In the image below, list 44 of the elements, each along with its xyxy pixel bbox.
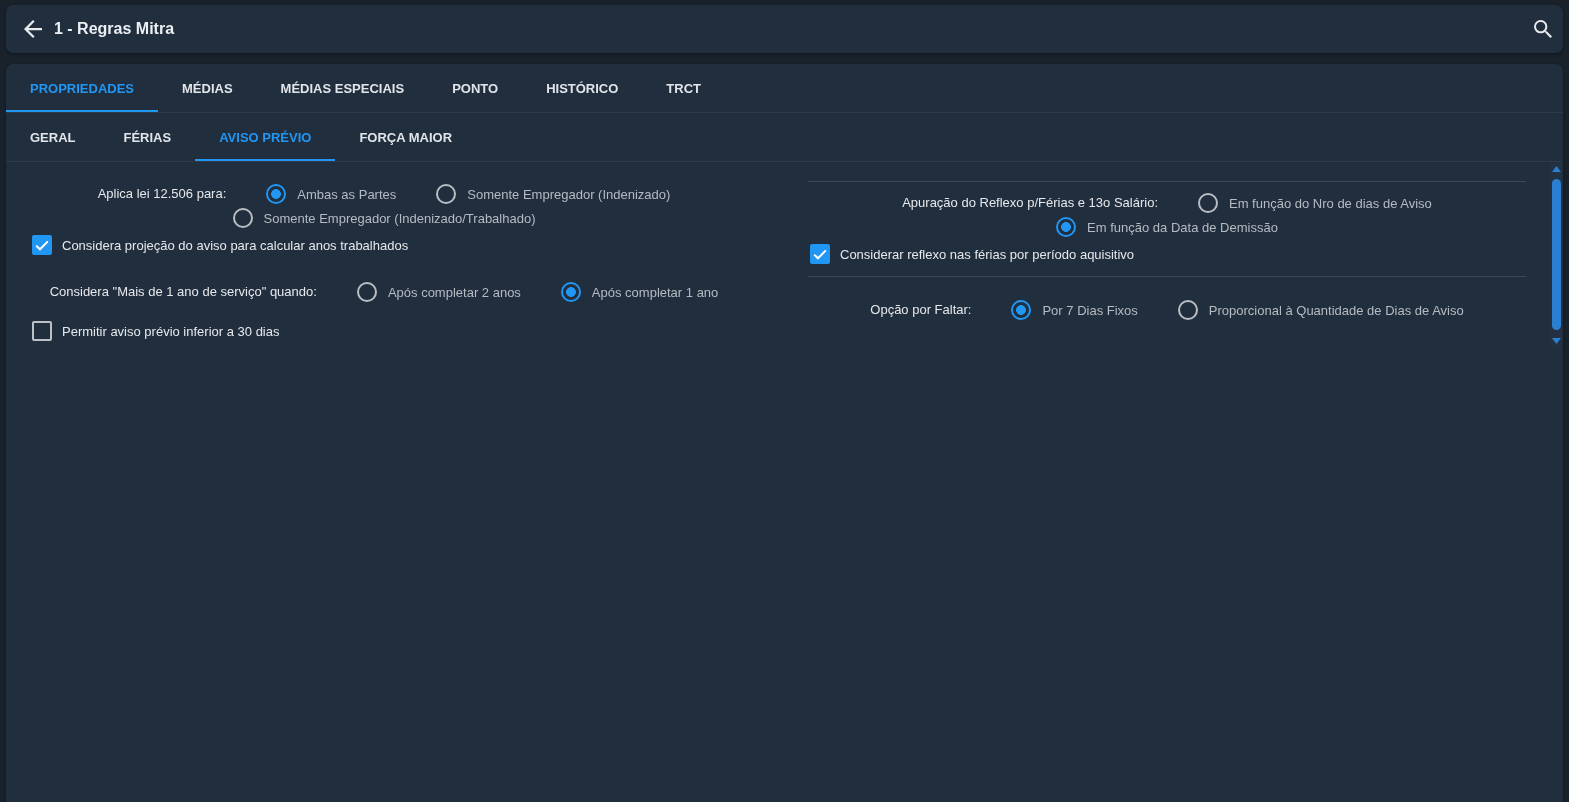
radio-button[interactable]	[1177, 300, 1198, 320]
tab[interactable]: MÉDIAS ESPECIAIS	[256, 64, 429, 112]
radio-button[interactable]	[1198, 193, 1218, 213]
field-label: Considera "Mais de 1 ano de serviço" quando:	[49, 283, 317, 301]
tab[interactable]: MÉDIAS	[158, 64, 257, 112]
checkbox-label[interactable]: Considerar reflexo nas férias por período aquisitivo	[840, 246, 1135, 262]
tab[interactable]: GERAL	[6, 113, 100, 161]
radio-button[interactable]	[356, 282, 377, 302]
checkbox[interactable]	[810, 244, 830, 264]
checkbox-label[interactable]: Permitir aviso prévio inferior a 30 dias	[62, 323, 280, 339]
tab[interactable]: FÉRIAS	[99, 113, 196, 161]
checkbox[interactable]	[32, 235, 52, 255]
tab[interactable]: TRCT	[642, 64, 726, 112]
radio-label[interactable]: Por 7 Dias Fixos	[1042, 302, 1138, 318]
tab[interactable]: PONTO	[428, 64, 523, 112]
field-label: Aplica lei 12.506 para:	[97, 185, 227, 203]
radio-label[interactable]: Em função da Data de Demissão	[1087, 219, 1278, 235]
radio-button[interactable]	[436, 184, 457, 204]
radio-button[interactable]	[266, 184, 287, 204]
checkbox[interactable]	[32, 321, 52, 341]
field-label: Apuração do Reflexo p/Férias e 13o Salário:	[902, 194, 1158, 212]
scroll-down-arrow-icon[interactable]	[1551, 338, 1561, 344]
radio-label[interactable]: Após completar 1 ano	[591, 284, 719, 300]
radio-label[interactable]: Em função do Nro de dias de Aviso	[1229, 195, 1432, 211]
radio-label[interactable]: Ambas as Partes	[297, 186, 397, 202]
scroll-up-arrow-icon[interactable]	[1551, 166, 1561, 172]
radio-label[interactable]: Proporcional à Quantidade de Dias de Aviso	[1208, 302, 1464, 318]
page-title: 1 - Regras Mitra	[54, 20, 176, 38]
tab[interactable]: PROPRIEDADES	[6, 64, 159, 112]
tab[interactable]: AVISO PRÉVIO	[195, 113, 336, 161]
radio-label[interactable]: Somente Empregador (Indenizado)	[467, 186, 671, 202]
scrollbar-thumb[interactable]	[1551, 179, 1561, 330]
checkbox-label[interactable]: Considera projeção do aviso para calcular anos trabalhados	[62, 237, 409, 253]
radio-label[interactable]: Após completar 2 anos	[387, 284, 521, 300]
tab[interactable]: HISTÓRICO	[522, 64, 643, 112]
radio-button[interactable]	[1011, 300, 1032, 320]
radio-button[interactable]	[560, 282, 581, 302]
field-label: Opção por Faltar:	[870, 301, 972, 319]
search-icon[interactable]	[1534, 20, 1552, 38]
radio-label[interactable]: Somente Empregador (Indenizado/Trabalhado)	[263, 210, 536, 226]
back-arrow-icon[interactable]	[24, 20, 42, 38]
tab[interactable]: FORÇA MAIOR	[335, 113, 477, 161]
radio-button[interactable]	[1056, 217, 1077, 237]
radio-button[interactable]	[232, 208, 253, 228]
